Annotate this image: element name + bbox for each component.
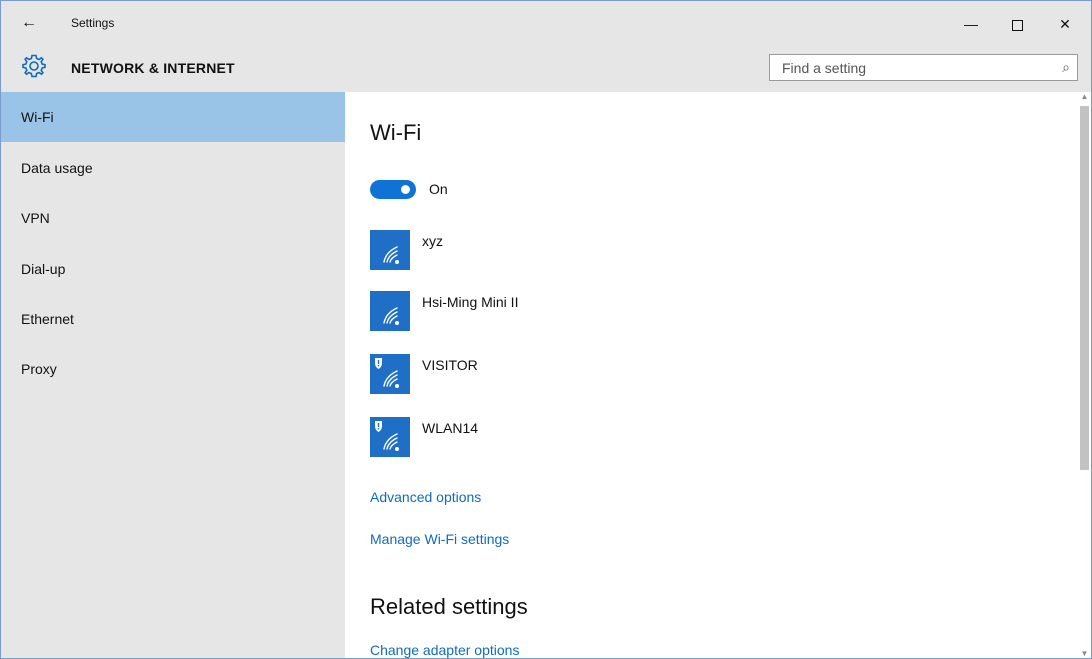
sidebar: Wi-Fi Data usage VPN Dial-up Ethernet Pr…	[1, 92, 345, 658]
wifi-toggle-label: On	[429, 181, 448, 197]
secured-wifi-icon	[370, 354, 410, 394]
wifi-signal-icon	[370, 291, 410, 331]
search-icon[interactable]: ⌕	[1062, 59, 1070, 76]
sidebar-item-dial-up[interactable]: Dial-up	[1, 244, 345, 294]
page-title: NETWORK & INTERNET	[71, 60, 235, 76]
sidebar-item-data-usage[interactable]: Data usage	[1, 143, 345, 193]
main-content: Wi-Fi On xyz Hsi-Ming Mini II VISITOR WL…	[345, 92, 1078, 658]
sidebar-item-wifi[interactable]: Wi-Fi	[1, 92, 345, 142]
settings-window: ← Settings — ✕ NETWORK & INTERNET ⌕ Wi-F…	[0, 0, 1092, 659]
search-box[interactable]: ⌕	[769, 54, 1078, 81]
wifi-toggle[interactable]	[370, 180, 416, 199]
window-title: Settings	[71, 16, 115, 30]
maximize-icon	[1011, 19, 1023, 31]
gear-icon	[22, 54, 46, 78]
maximize-button[interactable]	[995, 9, 1039, 39]
section-header: NETWORK & INTERNET ⌕	[1, 45, 1091, 92]
close-button[interactable]: ✕	[1043, 9, 1087, 39]
sidebar-item-proxy[interactable]: Proxy	[1, 344, 345, 394]
title-bar: ← Settings — ✕	[1, 1, 1091, 45]
toggle-knob	[401, 185, 410, 194]
manage-wifi-settings-link[interactable]: Manage Wi-Fi settings	[370, 531, 509, 547]
secured-wifi-icon	[370, 417, 410, 457]
network-item-xyz[interactable]: xyz	[370, 230, 870, 272]
scroll-down-icon[interactable]: ▼	[1078, 649, 1091, 658]
wifi-signal-icon	[370, 230, 410, 270]
wifi-heading: Wi-Fi	[370, 120, 422, 145]
vertical-scrollbar[interactable]: ▲ ▼	[1078, 92, 1091, 658]
back-button[interactable]: ←	[15, 12, 43, 36]
network-name: xyz	[422, 233, 443, 249]
minimize-icon: —	[964, 16, 978, 32]
network-name: WLAN14	[422, 420, 479, 436]
network-item-wlan14[interactable]: WLAN14	[370, 417, 870, 459]
close-icon: ✕	[1059, 16, 1071, 32]
scrollbar-thumb[interactable]	[1080, 106, 1089, 470]
scroll-up-icon[interactable]: ▲	[1078, 92, 1091, 102]
related-settings-heading: Related settings	[370, 594, 528, 619]
advanced-options-link[interactable]: Advanced options	[370, 489, 481, 505]
sidebar-item-ethernet[interactable]: Ethernet	[1, 294, 345, 344]
search-input[interactable]	[770, 55, 1050, 80]
network-name: Hsi-Ming Mini II	[422, 294, 519, 310]
minimize-button[interactable]: —	[949, 9, 993, 39]
network-item-hsi-ming-mini-ii[interactable]: Hsi-Ming Mini II	[370, 291, 870, 333]
network-item-visitor[interactable]: VISITOR	[370, 354, 870, 396]
sidebar-item-vpn[interactable]: VPN	[1, 193, 345, 243]
network-name: VISITOR	[422, 357, 478, 373]
change-adapter-options-link[interactable]: Change adapter options	[370, 642, 519, 658]
back-arrow-icon: ←	[21, 14, 37, 31]
